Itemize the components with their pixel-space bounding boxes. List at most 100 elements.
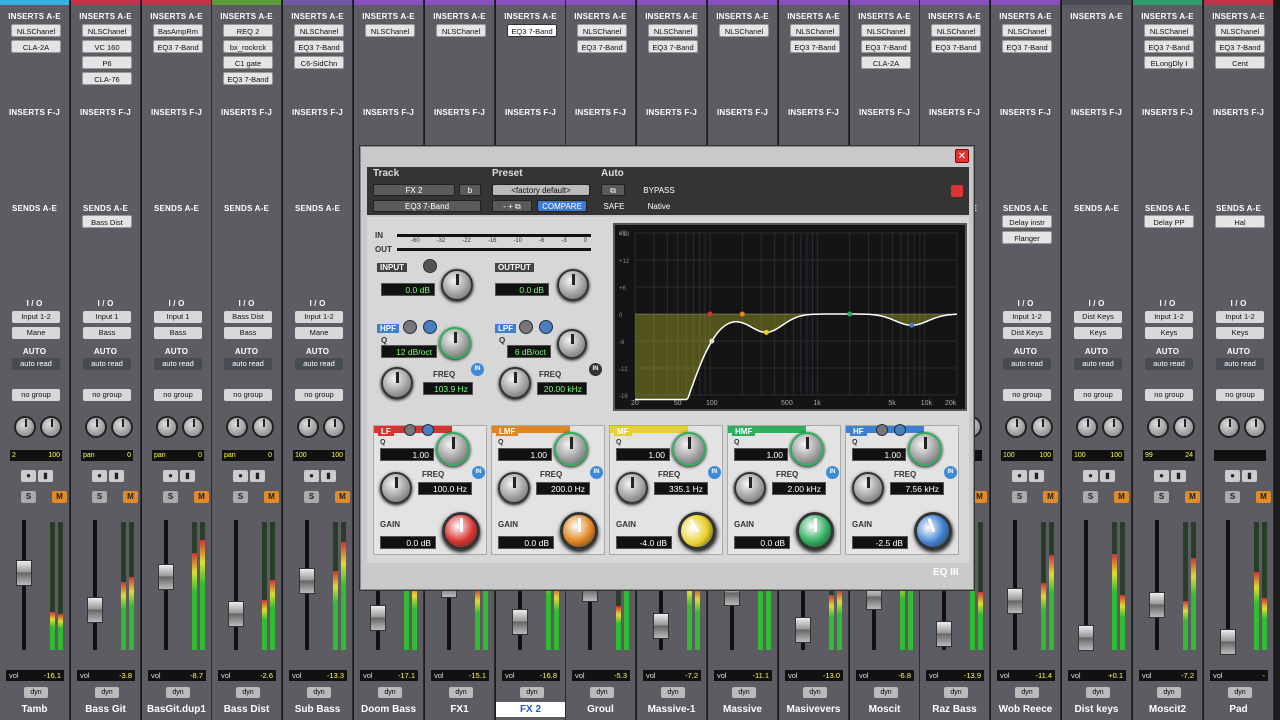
track-name[interactable]: Massive [708, 702, 777, 717]
input-monitor-button[interactable]: ▮ [1171, 470, 1186, 482]
volume-fader[interactable] [1149, 592, 1165, 618]
solo-button[interactable]: S [233, 491, 248, 503]
volume-fader[interactable] [936, 621, 952, 647]
hpf-enable-icon[interactable] [423, 320, 437, 334]
band-in-button[interactable]: IN [472, 466, 485, 479]
insert-slot[interactable]: REQ 2 [223, 24, 273, 37]
pan-right-knob[interactable] [1031, 416, 1053, 438]
insert-slot[interactable]: EQ3 7-Band [931, 40, 981, 53]
volume-display[interactable]: vol -5.3 [572, 670, 630, 681]
solo-button[interactable]: S [163, 491, 178, 503]
pan-left-knob[interactable] [14, 416, 36, 438]
record-button[interactable]: ● [1225, 470, 1240, 482]
eq-band-handle[interactable] [709, 338, 715, 344]
insert-slot[interactable]: VC 160 [82, 40, 132, 53]
band-q-display[interactable]: 1.00 [734, 448, 788, 461]
pan-left-knob[interactable] [85, 416, 107, 438]
track-name[interactable]: FX 2 [496, 702, 565, 717]
track-name[interactable]: Bass Dist [212, 702, 281, 717]
group-selector[interactable]: no group [1145, 389, 1193, 401]
dyn-button[interactable]: dyn [166, 687, 190, 698]
track-name[interactable]: Masivevers [779, 702, 848, 717]
volume-display[interactable]: vol +0.1 [1068, 670, 1126, 681]
insert-slot[interactable]: bx_rockrck [223, 40, 273, 53]
track-name[interactable]: Doom Bass [354, 702, 423, 717]
band-in-button[interactable]: IN [708, 466, 721, 479]
automation-mode[interactable]: auto read [1145, 358, 1193, 370]
output-selector[interactable]: Bass [83, 327, 131, 339]
insert-slot[interactable]: NLSChanel [82, 24, 132, 37]
band-q-display[interactable]: 1.00 [616, 448, 670, 461]
automation-mode[interactable]: auto read [12, 358, 60, 370]
band-gain-display[interactable]: -4.0 dB [616, 536, 672, 549]
compare-button[interactable]: COMPARE [537, 200, 587, 212]
group-selector[interactable]: no group [1003, 389, 1051, 401]
band-q-knob[interactable] [790, 432, 824, 466]
track-name[interactable]: Moscit [850, 702, 919, 717]
dyn-button[interactable]: dyn [520, 687, 544, 698]
insert-slot[interactable]: EQ3 7-Band [1144, 40, 1194, 53]
volume-display[interactable]: vol -6.8 [856, 670, 914, 681]
insert-slot[interactable]: NLSChanel [365, 24, 415, 37]
lpf-enable-icon[interactable] [539, 320, 553, 334]
dyn-button[interactable]: dyn [874, 687, 898, 698]
dyn-button[interactable]: dyn [1015, 687, 1039, 698]
band-gain-display[interactable]: 0.0 dB [380, 536, 436, 549]
band-gain-knob[interactable] [560, 512, 598, 550]
pan-right-knob[interactable] [111, 416, 133, 438]
pan-right-knob[interactable] [252, 416, 274, 438]
track-b-button[interactable]: b [459, 184, 481, 196]
band-in-button[interactable]: IN [944, 466, 957, 479]
group-selector[interactable]: no group [12, 389, 60, 401]
pan-right-knob[interactable] [1173, 416, 1195, 438]
volume-fader[interactable] [370, 605, 386, 631]
volume-display[interactable]: vol -8.7 [148, 670, 206, 681]
input-gain-display[interactable]: 0.0 dB [381, 283, 435, 296]
insert-slot[interactable]: Cent [1215, 56, 1265, 69]
volume-display[interactable]: vol -13.3 [289, 670, 347, 681]
channel-strip[interactable]: INSERTS A-E BasAmpRm EQ3 7-Band INSERTS F-J… [142, 0, 212, 720]
band-q-display[interactable]: 1.00 [380, 448, 434, 461]
volume-display[interactable]: vol -13.0 [785, 670, 843, 681]
automation-mode[interactable]: auto read [1216, 358, 1264, 370]
volume-display[interactable]: vol -13.9 [926, 670, 984, 681]
volume-display[interactable]: vol -11.4 [997, 670, 1055, 681]
mute-button[interactable]: M [1256, 491, 1271, 503]
dyn-button[interactable]: dyn [1228, 687, 1252, 698]
channel-strip[interactable]: INSERTS A-E NLSChanel CLA-2A INSERTS F-J SEN… [0, 0, 70, 720]
pan-left-knob[interactable] [1076, 416, 1098, 438]
band-q-knob[interactable] [436, 432, 470, 466]
band-q-knob[interactable] [672, 432, 706, 466]
output-selector[interactable]: Mane [295, 327, 343, 339]
volume-display[interactable]: vol -16.1 [6, 670, 64, 681]
track-name[interactable]: Dist keys [1062, 702, 1131, 717]
phase-invert-icon[interactable] [423, 259, 437, 273]
dyn-button[interactable]: dyn [24, 687, 48, 698]
band-enable-icon[interactable] [894, 424, 906, 436]
dyn-button[interactable]: dyn [803, 687, 827, 698]
insert-slot[interactable]: NLSChanel [861, 24, 911, 37]
volume-display[interactable]: vol -7.2 [643, 670, 701, 681]
lpf-freq-display[interactable]: 20.00 kHz [537, 382, 587, 395]
hpf-slope-icon[interactable] [403, 320, 417, 334]
hpf-freq-display[interactable]: 103.9 Hz [423, 382, 473, 395]
input-monitor-button[interactable]: ▮ [1242, 470, 1257, 482]
volume-display[interactable]: vol -2.6 [218, 670, 276, 681]
pan-right-knob[interactable] [323, 416, 345, 438]
volume-display[interactable]: vol -7.2 [1139, 670, 1197, 681]
band-freq-display[interactable]: 200.0 Hz [536, 482, 590, 495]
automation-mode[interactable]: auto read [83, 358, 131, 370]
dyn-button[interactable]: dyn [661, 687, 685, 698]
insert-slot[interactable]: C6-SidChn [294, 56, 344, 69]
insert-slot[interactable]: NLSChanel [790, 24, 840, 37]
volume-fader[interactable] [1007, 588, 1023, 614]
pan-right-knob[interactable] [1244, 416, 1266, 438]
automation-mode[interactable]: auto read [224, 358, 272, 370]
input-monitor-button[interactable]: ▮ [38, 470, 53, 482]
record-button[interactable]: ● [92, 470, 107, 482]
input-selector[interactable]: Bass Dist [224, 311, 272, 323]
input-selector[interactable]: Input 1-2 [1216, 311, 1264, 323]
channel-strip[interactable]: INSERTS A-E INSERTS F-J SENDS A-E I / O Dist… [1062, 0, 1132, 720]
insert-slot[interactable]: NLSChanel [931, 24, 981, 37]
insert-slot[interactable]: NLSChanel [436, 24, 486, 37]
